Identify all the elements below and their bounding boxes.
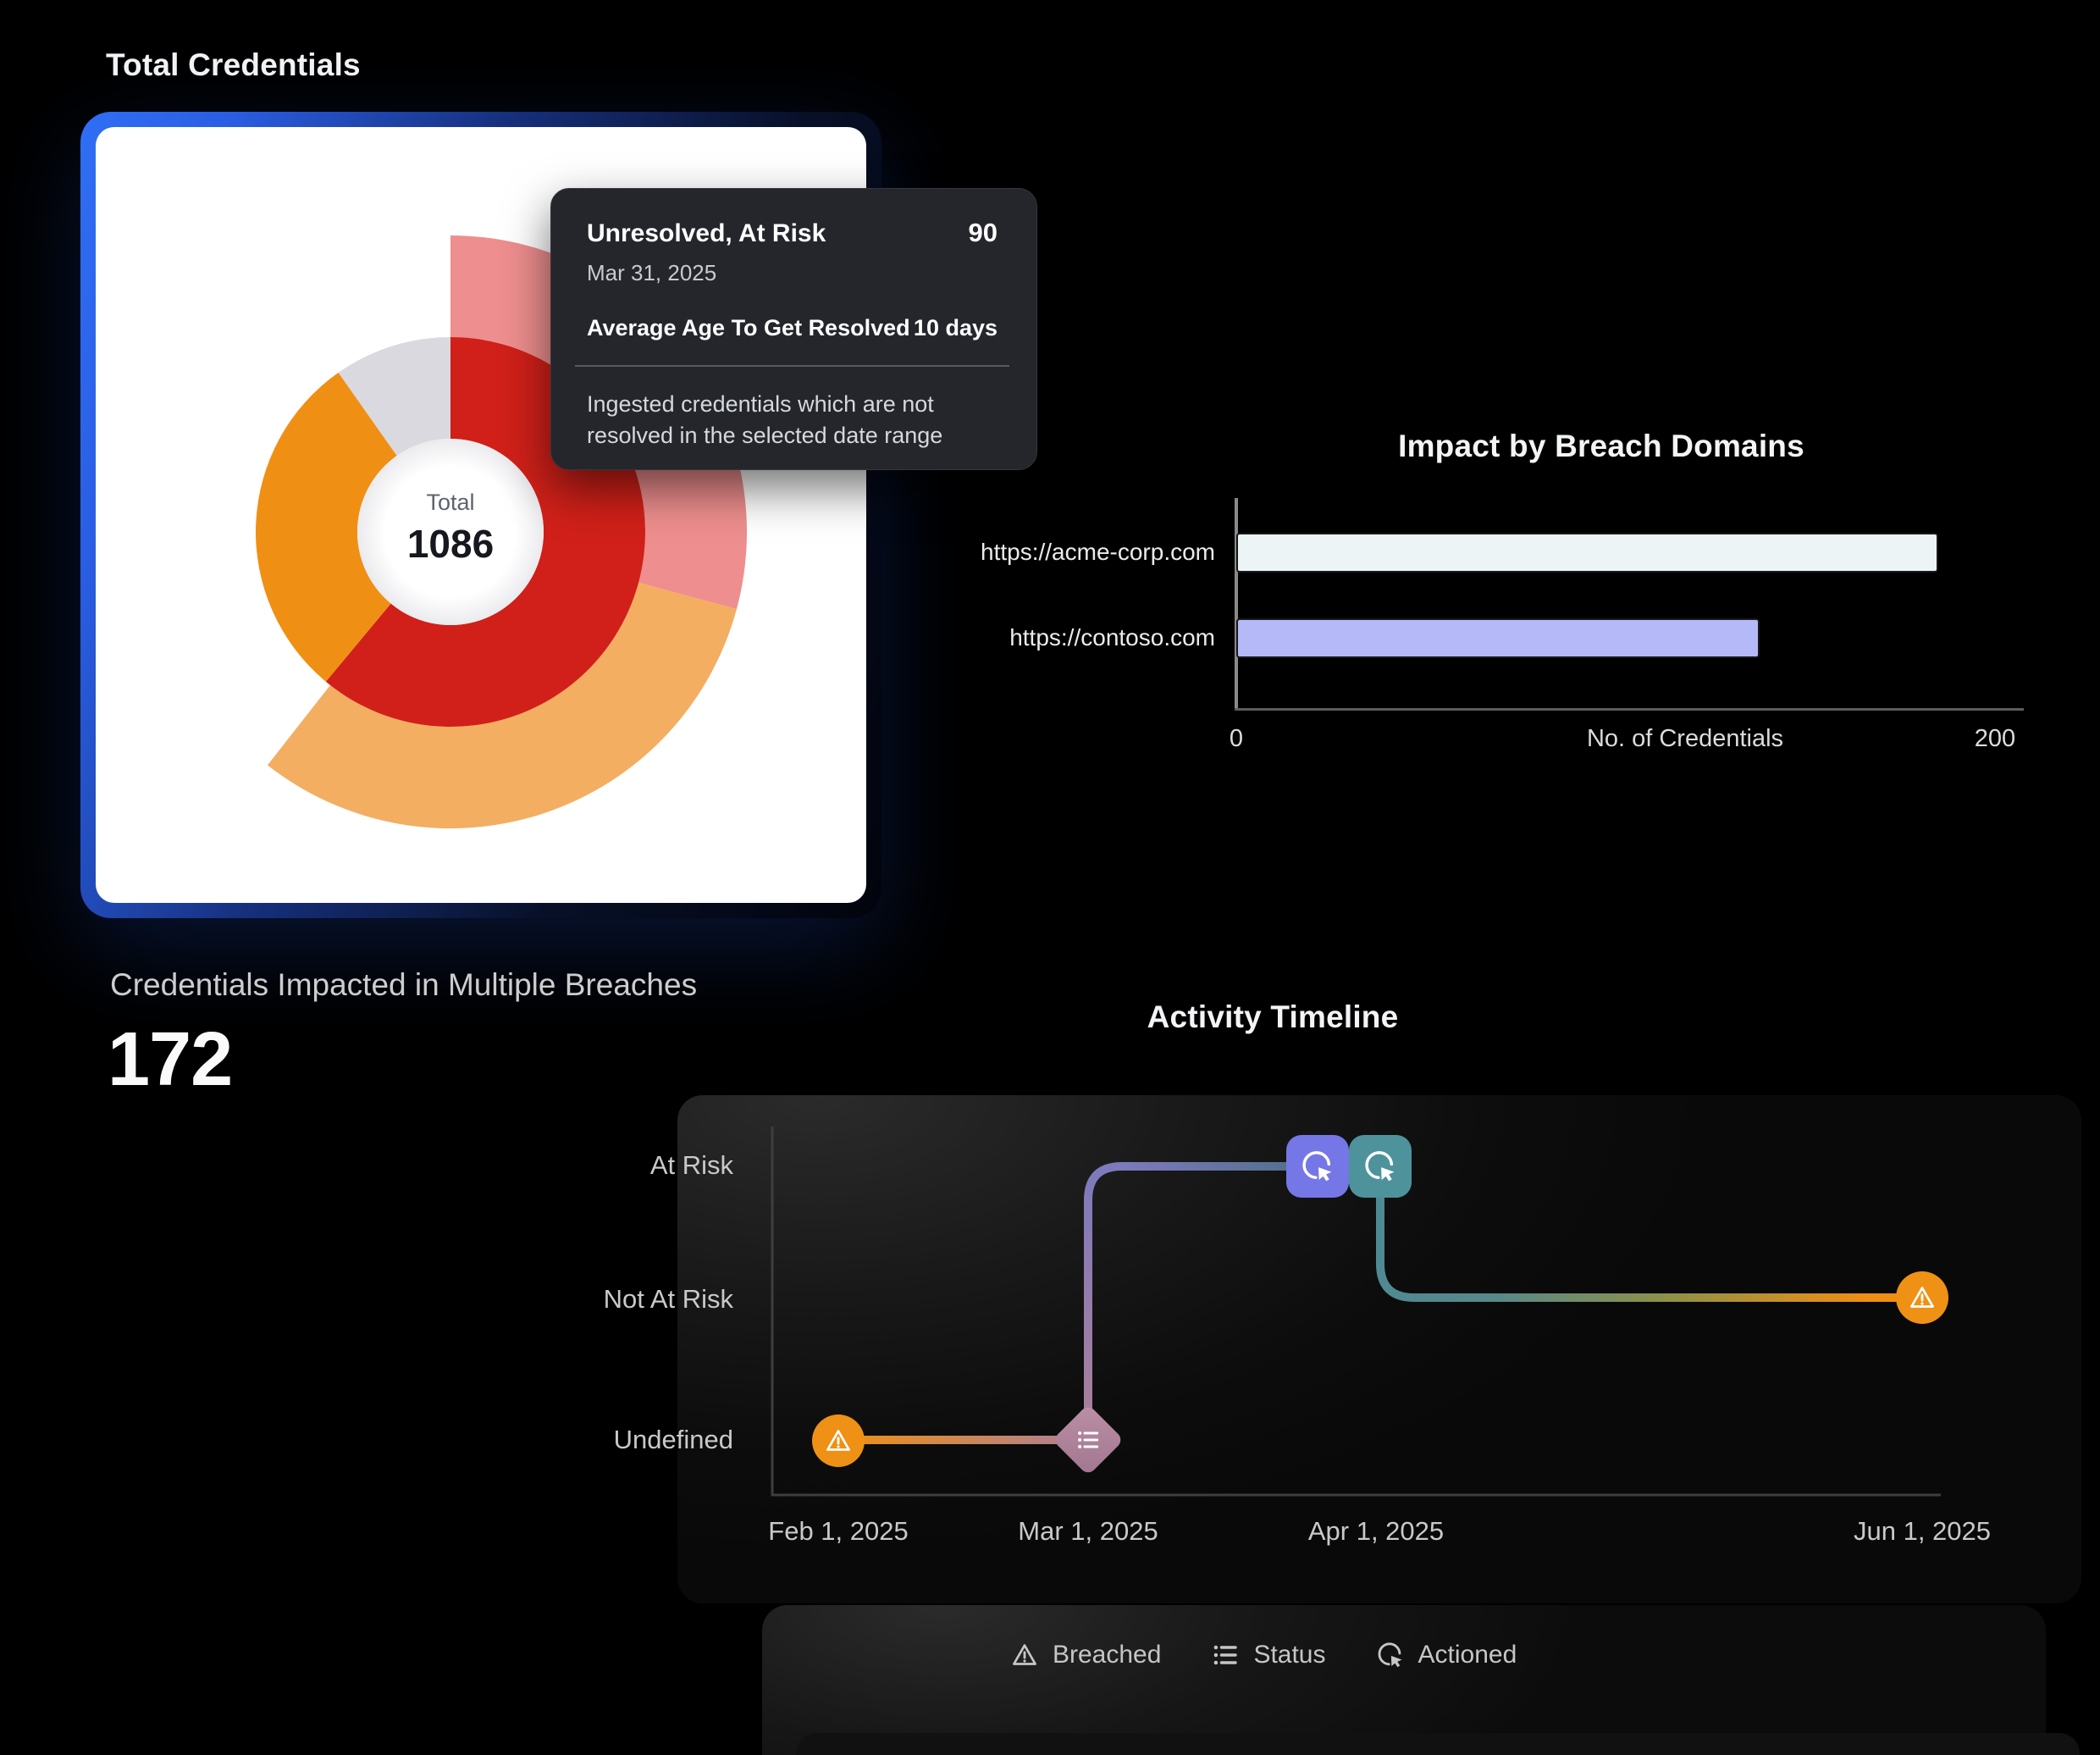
impact-category-label: https://contoso.com [893,624,1215,651]
stacked-panel-edge [796,1733,2080,1755]
timeline-tick-label: Jun 1, 2025 [1854,1516,1991,1547]
tooltip-metric-value: 10 days [914,315,998,341]
timeline-row-label: Not At Risk [547,1284,733,1315]
timeline-breached-marker[interactable] [1896,1271,1948,1324]
timeline-markers [812,1135,1948,1475]
list-icon [1078,1431,1097,1448]
timeline-step-lines [838,1166,1922,1440]
list-icon [1210,1640,1241,1670]
timeline-tick-label: Feb 1, 2025 [768,1516,908,1547]
legend-item-breached[interactable]: Breached [1009,1640,1161,1670]
donut-center-label: Total [323,490,578,516]
timeline-actioned-marker[interactable] [1286,1135,1349,1198]
impact-tick-0: 0 [1230,725,1243,753]
tooltip-metric-label: Average Age To Get Resolved [587,315,910,341]
warning-icon [1009,1640,1040,1670]
timeline-line-segment [1088,1166,1122,1440]
donut-center-total: Total 1086 [323,490,578,567]
donut-center-value: 1086 [323,521,578,567]
timeline-row-label: At Risk [547,1150,733,1181]
timeline-row-label: Undefined [547,1425,733,1455]
impact-y-axis [1235,498,1238,710]
timeline-legend: Breached Status Actioned [1009,1640,1517,1670]
timeline-line-segment [1380,1166,1922,1298]
tooltip-title: Unresolved, At Risk [587,219,826,248]
tooltip-divider [575,365,1009,367]
impact-x-axis-label: No. of Credentials [1587,725,1783,753]
timeline-status-marker[interactable] [1053,1404,1125,1476]
total-credentials-title: Total Credentials [106,47,361,83]
timeline-breached-marker[interactable] [812,1415,865,1467]
timeline-actioned-marker[interactable] [1349,1135,1412,1198]
impact-bar-contoso[interactable] [1236,618,1760,658]
impact-bar-acme-corp[interactable] [1236,533,1938,573]
multi-breach-kpi-title: Credentials Impacted in Multiple Breache… [110,967,697,1003]
impact-tick-200: 200 [1975,725,2015,753]
donut-tooltip: Unresolved, At Risk 90 Mar 31, 2025 Aver… [550,188,1037,470]
breach-dashboard: Total Credentials Total 1086 Unresolved,… [0,0,2100,1755]
impact-chart-title: Impact by Breach Domains [1398,429,1804,464]
tooltip-date: Mar 31, 2025 [587,260,998,286]
cursor-click-icon [1375,1640,1406,1670]
activity-timeline-title: Activity Timeline [1147,999,1399,1035]
impact-x-axis [1235,708,2024,711]
legend-label: Breached [1053,1641,1161,1669]
legend-item-status[interactable]: Status [1210,1640,1325,1670]
timeline-tick-label: Mar 1, 2025 [1018,1516,1158,1547]
multi-breach-kpi-value: 172 [108,1016,232,1104]
tooltip-description: Ingested credentials which are not resol… [587,389,985,451]
legend-label: Status [1253,1641,1325,1669]
impact-category-label: https://acme-corp.com [893,539,1215,566]
timeline-tick-label: Apr 1, 2025 [1308,1516,1444,1547]
tooltip-value: 90 [969,218,998,248]
legend-label: Actioned [1418,1641,1517,1669]
legend-item-actioned[interactable]: Actioned [1375,1640,1517,1670]
